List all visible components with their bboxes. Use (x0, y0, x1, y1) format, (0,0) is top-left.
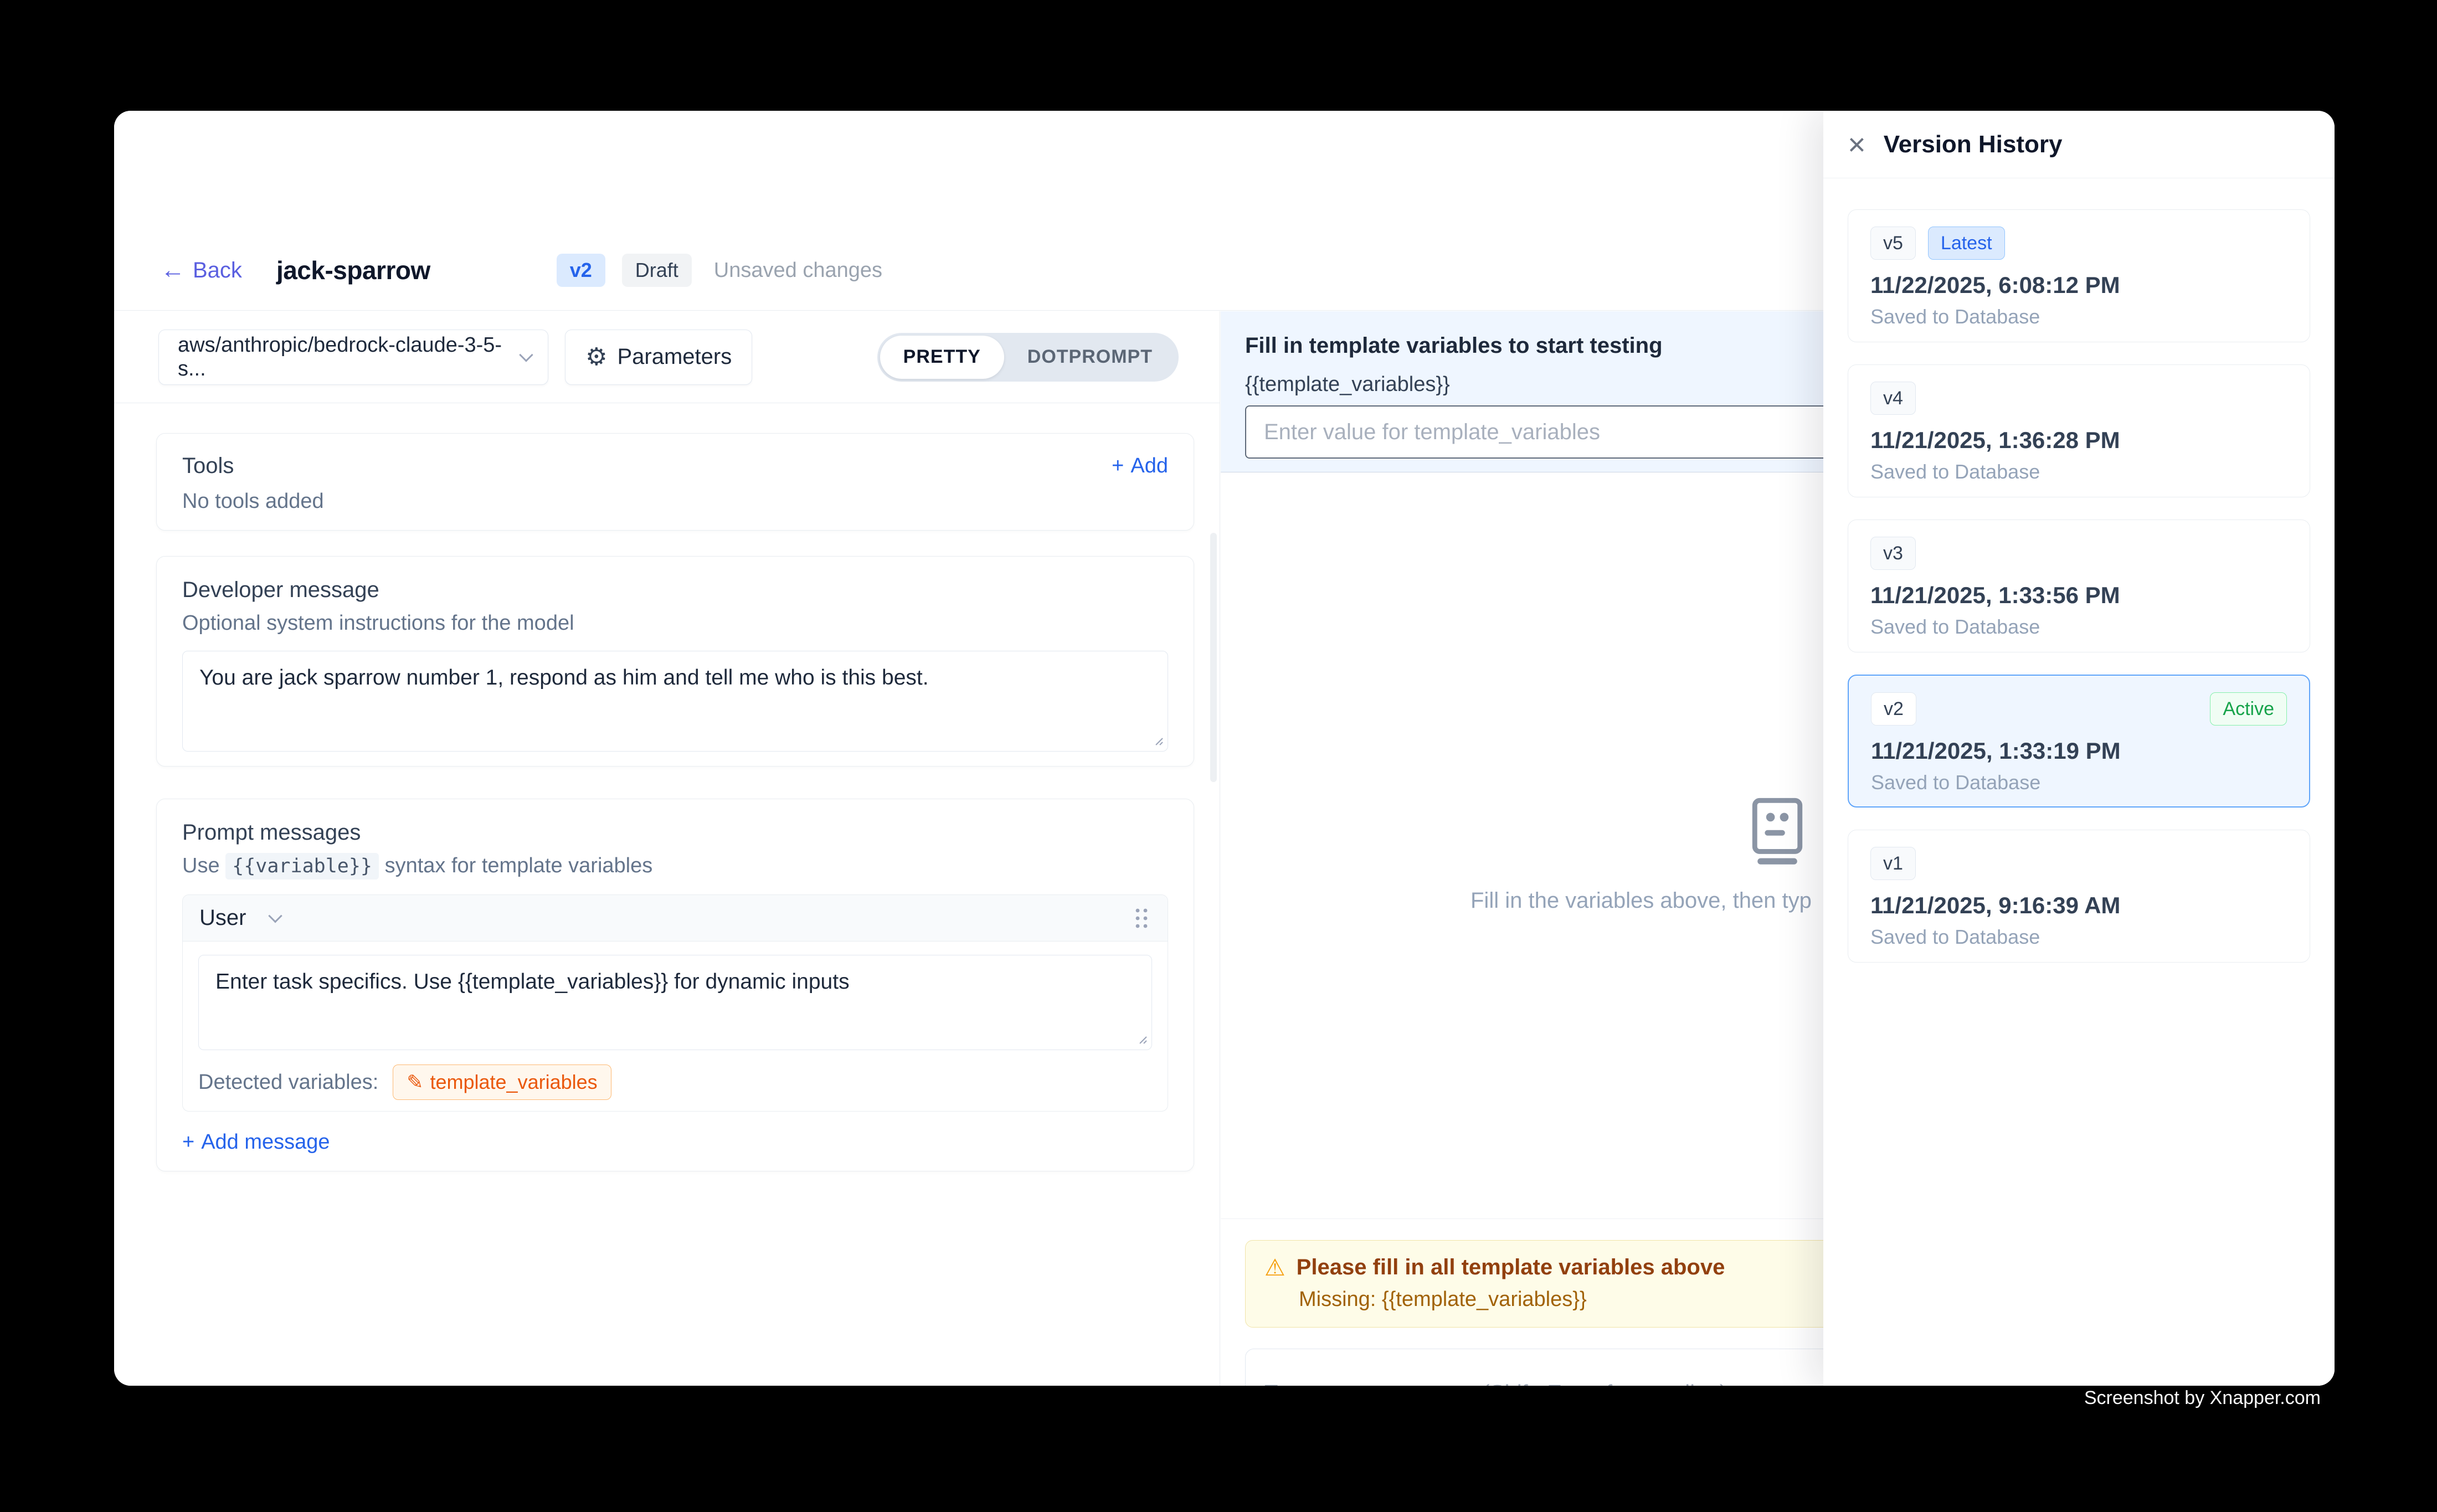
developer-message-title: Developer message (182, 578, 1168, 603)
version-timestamp: 11/21/2025, 1:33:19 PM (1871, 738, 2287, 764)
parameters-label: Parameters (617, 344, 732, 369)
toggle-pretty[interactable]: PRETTY (880, 336, 1004, 379)
detected-variables-label: Detected variables: (198, 1071, 378, 1094)
version-status: Saved to Database (1871, 771, 2287, 794)
plus-icon: + (1112, 454, 1124, 478)
toggle-dotprompt[interactable]: DOTPROMPT (1004, 336, 1176, 379)
robot-icon (1746, 798, 1809, 866)
role-select-value: User (199, 906, 246, 930)
tools-card: Tools + Add No tools added (156, 433, 1194, 531)
developer-message-textarea[interactable]: You are jack sparrow number 1, respond a… (182, 651, 1168, 752)
message-body: Enter task specifics. Use {{template_var… (183, 942, 1168, 1111)
version-status: Saved to Database (1870, 460, 2287, 484)
version-timestamp: 11/21/2025, 9:16:39 AM (1870, 892, 2287, 919)
tools-title: Tools (182, 454, 234, 479)
add-message-label: Add message (201, 1130, 330, 1154)
version-card-v4[interactable]: v4 11/21/2025, 1:36:28 PM Saved to Datab… (1848, 364, 2310, 497)
detected-variables-row: Detected variables: ✎ template_variables (198, 1064, 1152, 1100)
version-chip: v2 (1871, 692, 1916, 726)
close-icon[interactable]: × (1848, 129, 1866, 160)
unsaved-changes-label: Unsaved changes (714, 259, 882, 282)
variable-syntax-chip: {{variable}} (225, 853, 379, 880)
message-block: User Enter task specifics. Use {{templat… (182, 894, 1168, 1112)
role-select[interactable]: User (199, 906, 280, 930)
version-card-v3[interactable]: v3 11/21/2025, 1:33:56 PM Saved to Datab… (1848, 520, 2310, 652)
version-timestamp: 11/21/2025, 1:33:56 PM (1870, 582, 2287, 609)
version-card-v2-active[interactable]: v2 Active 11/21/2025, 1:33:19 PM Saved t… (1848, 675, 2310, 808)
active-badge: Active (2210, 692, 2287, 726)
chevron-down-icon (269, 909, 282, 923)
app-window: ← Back jack-sparrow v2 Draft Unsaved cha… (114, 111, 2335, 1386)
draft-badge: Draft (622, 254, 692, 287)
version-status: Saved to Database (1870, 925, 2287, 949)
add-tool-button[interactable]: + Add (1112, 454, 1168, 478)
version-chip: v5 (1870, 227, 1916, 260)
version-timestamp: 11/21/2025, 1:36:28 PM (1870, 427, 2287, 454)
editor-scrollbar[interactable] (1210, 533, 1217, 782)
add-message-button[interactable]: + Add message (182, 1130, 1168, 1154)
version-chip: v4 (1870, 382, 1916, 415)
model-select[interactable]: aws/anthropic/bedrock-claude-3-5-s... (158, 330, 548, 385)
version-history-panel: × Version History v5 Latest 11/22/2025, … (1823, 111, 2335, 1386)
screenshot-credit: Screenshot by Xnapper.com (2084, 1387, 2321, 1409)
title-row: ← Back jack-sparrow v2 Draft Unsaved cha… (161, 243, 882, 298)
version-history-title: Version History (1884, 131, 2063, 158)
prompt-message-textarea[interactable]: Enter task specifics. Use {{template_var… (198, 955, 1152, 1050)
editor-content: Tools + Add No tools added Developer mes… (114, 403, 1220, 1171)
warning-title: Please fill in all template variables ab… (1297, 1255, 1725, 1280)
version-card-v1[interactable]: v1 11/21/2025, 9:16:39 AM Saved to Datab… (1848, 830, 2310, 963)
editor-toolbar: aws/anthropic/bedrock-claude-3-5-s... ⚙ … (114, 311, 1220, 403)
header-badges: v2 Draft Unsaved changes (557, 254, 882, 287)
view-mode-toggle: PRETTY DOTPROMPT (877, 333, 1179, 382)
developer-message-subtitle: Optional system instructions for the mod… (182, 611, 1168, 635)
version-card-v5[interactable]: v5 Latest 11/22/2025, 6:08:12 PM Saved t… (1848, 209, 2310, 342)
version-history-header: × Version History (1823, 111, 2335, 178)
plus-icon: + (182, 1130, 194, 1154)
warning-icon: ⚠ (1264, 1256, 1286, 1279)
developer-message-card: Developer message Optional system instru… (156, 556, 1194, 767)
page-title: jack-sparrow (276, 255, 430, 285)
subtitle-suffix: syntax for template variables (385, 854, 653, 877)
gear-icon: ⚙ (585, 345, 607, 369)
drag-handle-icon[interactable] (1132, 906, 1151, 930)
back-label: Back (193, 258, 242, 283)
no-tools-text: No tools added (182, 490, 1168, 513)
model-select-value: aws/anthropic/bedrock-claude-3-5-s... (178, 333, 521, 381)
template-variable-chip[interactable]: ✎ template_variables (393, 1064, 611, 1100)
message-header: User (183, 895, 1168, 942)
template-variable-name: template_variables (430, 1071, 597, 1094)
pencil-icon: ✎ (407, 1071, 423, 1094)
subtitle-prefix: Use (182, 854, 220, 877)
prompt-messages-subtitle: Use {{variable}} syntax for template var… (182, 854, 1168, 878)
empty-state-text: Fill in the variables above, then typ (1471, 888, 1812, 913)
version-chip: v1 (1870, 847, 1916, 880)
prompt-messages-title: Prompt messages (182, 820, 1168, 845)
parameters-button[interactable]: ⚙ Parameters (565, 330, 752, 385)
version-badge: v2 (557, 254, 605, 287)
editor-column: aws/anthropic/bedrock-claude-3-5-s... ⚙ … (114, 311, 1220, 1386)
version-history-list: v5 Latest 11/22/2025, 6:08:12 PM Saved t… (1823, 178, 2335, 994)
version-status: Saved to Database (1870, 305, 2287, 328)
prompt-messages-card: Prompt messages Use {{variable}} syntax … (156, 799, 1194, 1171)
version-timestamp: 11/22/2025, 6:08:12 PM (1870, 272, 2287, 299)
latest-badge: Latest (1928, 227, 2005, 260)
version-chip: v3 (1870, 537, 1916, 570)
version-status: Saved to Database (1870, 615, 2287, 639)
add-tool-label: Add (1130, 454, 1168, 478)
back-arrow-icon: ← (161, 258, 185, 282)
back-button[interactable]: ← Back (161, 258, 242, 283)
